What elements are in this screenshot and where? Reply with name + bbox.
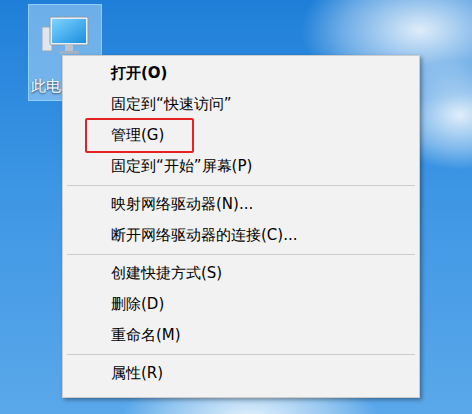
menu-separator bbox=[67, 254, 415, 255]
menu-separator bbox=[67, 185, 415, 186]
menu-item-label: 打开(O) bbox=[111, 64, 167, 83]
menu-separator bbox=[67, 354, 415, 355]
menu-item[interactable]: 属性(R) bbox=[65, 358, 417, 389]
menu-item[interactable]: 重命名(M) bbox=[65, 320, 417, 351]
menu-item[interactable]: 映射网络驱动器(N)... bbox=[65, 189, 417, 220]
desktop: 此电 打开(O) 固定到“快速访问” 管理(G) 固定到“开始”屏幕(P) 映射网络驱动器… bbox=[0, 0, 472, 414]
menu-item[interactable]: 打开(O) bbox=[65, 58, 417, 89]
menu-item-label: 创建快捷方式(S) bbox=[111, 264, 222, 283]
menu-item[interactable]: 删除(D) bbox=[65, 289, 417, 320]
menu-item-label: 管理(G) bbox=[111, 126, 164, 145]
menu-item[interactable]: 固定到“开始”屏幕(P) bbox=[65, 151, 417, 182]
menu-item[interactable]: 管理(G) bbox=[65, 120, 417, 151]
menu-item-label: 固定到“快速访问” bbox=[111, 95, 232, 114]
computer-icon bbox=[40, 13, 90, 61]
menu-item-label: 固定到“开始”屏幕(P) bbox=[111, 157, 252, 176]
menu-item-label: 断开网络驱动器的连接(C)... bbox=[111, 226, 297, 245]
menu-item[interactable]: 固定到“快速访问” bbox=[65, 89, 417, 120]
menu-item-label: 重命名(M) bbox=[111, 326, 181, 345]
menu-item[interactable]: 断开网络驱动器的连接(C)... bbox=[65, 220, 417, 251]
menu-item[interactable]: 创建快捷方式(S) bbox=[65, 258, 417, 289]
menu-item-label: 属性(R) bbox=[111, 364, 163, 383]
context-menu: 打开(O) 固定到“快速访问” 管理(G) 固定到“开始”屏幕(P) 映射网络驱动器(N… bbox=[62, 55, 420, 398]
menu-item-label: 删除(D) bbox=[111, 295, 164, 314]
icon-label: 此电 bbox=[31, 77, 61, 96]
menu-item-label: 映射网络驱动器(N)... bbox=[111, 195, 253, 214]
